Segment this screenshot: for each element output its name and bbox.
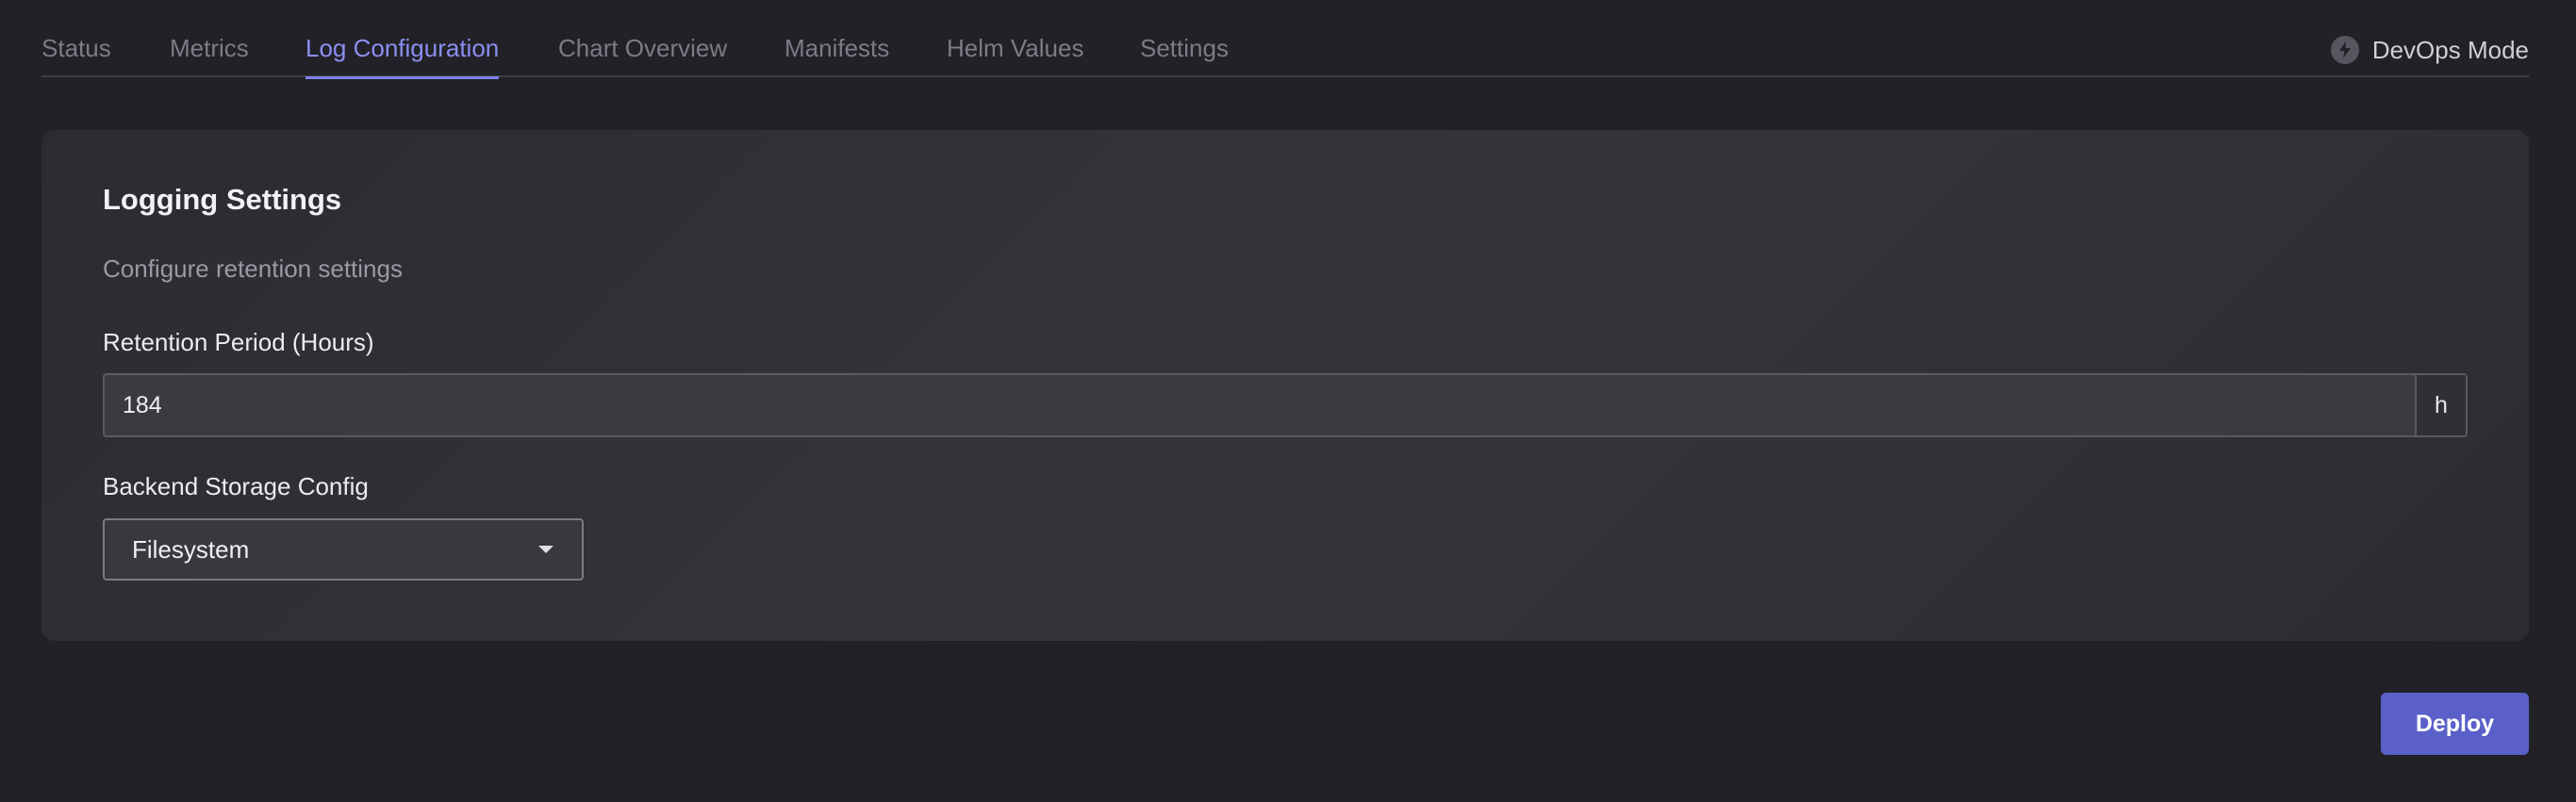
backend-storage-label: Backend Storage Config <box>103 472 369 500</box>
tab-settings[interactable]: Settings <box>1140 34 1229 77</box>
deploy-button[interactable]: Deploy <box>2381 693 2529 755</box>
tab-log-configuration[interactable]: Log Configuration <box>305 34 500 79</box>
tab-helm-values[interactable]: Helm Values <box>947 34 1083 77</box>
retention-period-label: Retention Period (Hours) <box>103 328 374 356</box>
devops-mode-label: DevOps Mode <box>2371 35 2529 64</box>
retention-period-input[interactable] <box>105 375 2415 435</box>
card-title: Logging Settings <box>103 183 342 216</box>
card-subtitle: Configure retention settings <box>103 254 403 283</box>
lightning-bolt-icon <box>2330 36 2359 64</box>
tab-bar: Status Metrics Log Configuration Chart O… <box>41 0 2529 79</box>
devops-mode-toggle[interactable]: DevOps Mode <box>2330 34 2529 66</box>
chevron-down-icon <box>538 546 553 553</box>
tab-manifests[interactable]: Manifests <box>784 34 889 77</box>
backend-storage-selected-value: Filesystem <box>132 534 250 564</box>
tab-chart-overview[interactable]: Chart Overview <box>558 34 727 77</box>
logging-settings-card: Logging Settings Configure retention set… <box>41 130 2529 641</box>
tab-metrics[interactable]: Metrics <box>170 34 249 77</box>
hours-suffix: h <box>2415 375 2466 435</box>
tab-status[interactable]: Status <box>41 34 111 77</box>
retention-period-group: h <box>103 373 2468 437</box>
backend-storage-select[interactable]: Filesystem <box>103 518 584 581</box>
